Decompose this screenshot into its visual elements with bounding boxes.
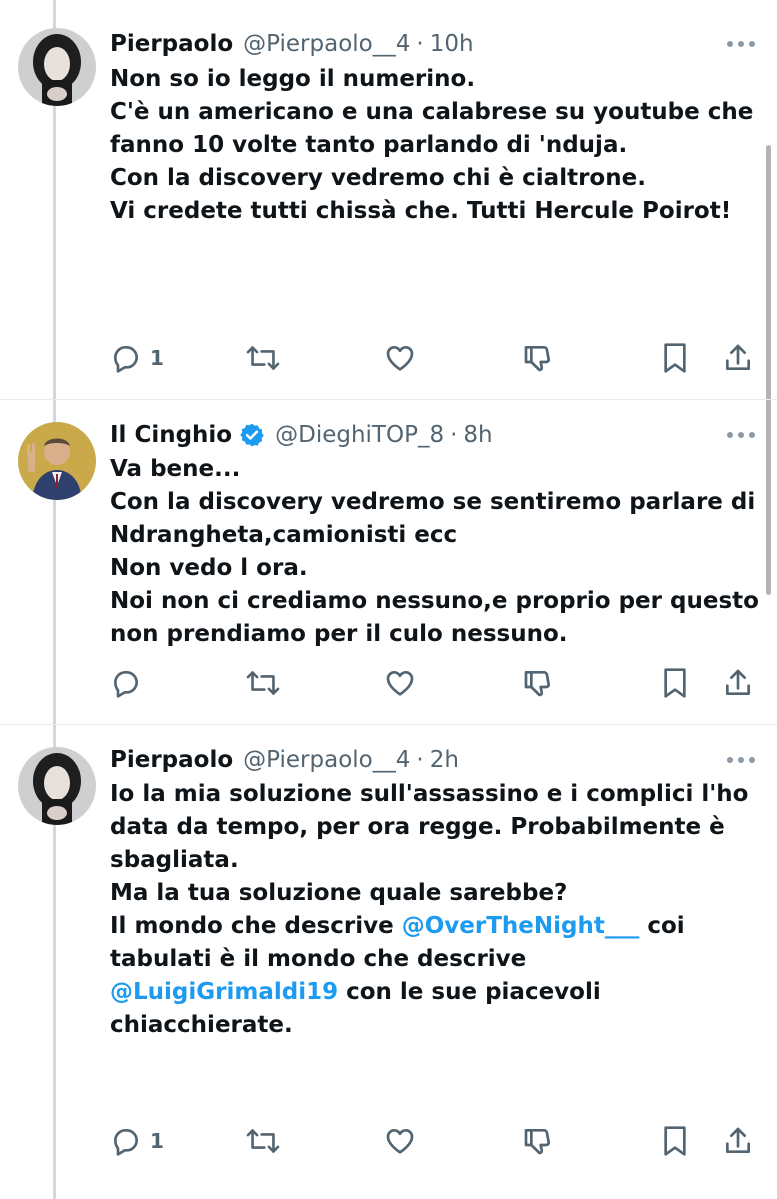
- share-icon: [726, 669, 750, 695]
- timestamp[interactable]: 2h: [430, 747, 459, 773]
- bookmark-button[interactable]: [660, 663, 690, 703]
- share-icon: [726, 344, 750, 370]
- more-icon[interactable]: [727, 432, 755, 438]
- tweet-paragraph: C'è un americano e una calabrese su yout…: [110, 99, 762, 158]
- bookmark-icon: [664, 343, 686, 373]
- share-button[interactable]: [722, 663, 754, 703]
- display-name[interactable]: Pierpaolo: [110, 31, 233, 57]
- tweet-actions: 1: [0, 1121, 777, 1161]
- separator-dot: ·: [416, 747, 424, 773]
- retweet-button[interactable]: [246, 338, 280, 378]
- share-button[interactable]: [722, 338, 754, 378]
- mention-link[interactable]: @OverTheNight___: [402, 913, 640, 939]
- avatar[interactable]: [18, 422, 96, 500]
- like-button[interactable]: [383, 1121, 417, 1161]
- timestamp[interactable]: 8h: [463, 422, 492, 448]
- tweet-text: Non so io leggo il numerino. C'è un amer…: [110, 63, 760, 228]
- reply-button[interactable]: 1: [110, 1121, 164, 1161]
- tweet-paragraph: Ma la tua soluzione quale sarebbe?: [110, 880, 568, 906]
- heart-icon: [386, 346, 414, 371]
- bookmark-button[interactable]: [660, 338, 690, 378]
- tweet-paragraph: Con la discovery vedremo se sentiremo pa…: [110, 489, 764, 548]
- retweet-icon: [246, 346, 280, 370]
- avatar[interactable]: [18, 28, 96, 106]
- reply-button[interactable]: [110, 663, 150, 703]
- tweet-actions: 1: [0, 338, 777, 378]
- retweet-icon: [246, 1129, 280, 1153]
- bookmark-icon: [664, 1126, 686, 1156]
- tweet-2[interactable]: Il Cinghio @DieghiTOP_8 · 8h Va bene... …: [0, 400, 777, 725]
- downvote-button[interactable]: [522, 338, 554, 378]
- tweet-paragraph: Va bene...: [110, 456, 241, 482]
- heart-icon: [386, 671, 414, 696]
- more-icon[interactable]: [727, 41, 755, 47]
- reply-icon: [114, 1129, 138, 1156]
- reply-icon: [114, 346, 138, 373]
- separator-dot: ·: [416, 31, 424, 57]
- reply-button[interactable]: 1: [110, 338, 164, 378]
- reply-count: 1: [150, 1129, 164, 1153]
- downvote-icon: [524, 671, 551, 697]
- mention-link[interactable]: @LuigiGrimaldi19: [110, 979, 338, 1005]
- tweet-text: Io la mia soluzione sull'assassino e i c…: [110, 778, 760, 1042]
- retweet-button[interactable]: [246, 1121, 280, 1161]
- share-button[interactable]: [722, 1121, 754, 1161]
- reply-count: 1: [150, 346, 164, 370]
- separator-dot: ·: [450, 422, 458, 448]
- tweet-header: Il Cinghio @DieghiTOP_8 · 8h: [110, 417, 493, 453]
- tweet-text: Va bene... Con la discovery vedremo se s…: [110, 453, 760, 651]
- heart-icon: [386, 1129, 414, 1154]
- text-run: Il mondo che descrive: [110, 913, 402, 939]
- display-name[interactable]: Pierpaolo: [110, 747, 233, 773]
- more-icon[interactable]: [727, 757, 755, 763]
- tweet-paragraph: Noi non ci crediamo nessuno,e proprio pe…: [110, 588, 767, 647]
- downvote-icon: [524, 1129, 551, 1155]
- like-button[interactable]: [383, 663, 417, 703]
- timestamp[interactable]: 10h: [430, 31, 474, 57]
- like-button[interactable]: [383, 338, 417, 378]
- bookmark-button[interactable]: [660, 1121, 690, 1161]
- user-handle[interactable]: @Pierpaolo__4: [243, 31, 410, 57]
- tweet-header: Pierpaolo @Pierpaolo__4 · 2h: [110, 742, 459, 778]
- share-icon: [726, 1127, 750, 1153]
- tweet-paragraph: Non vedo l ora.: [110, 555, 308, 581]
- downvote-icon: [524, 346, 551, 372]
- tweet-paragraph: Il mondo che descrive @OverTheNight___ c…: [110, 910, 760, 1042]
- tweet-actions: [0, 663, 777, 703]
- display-name[interactable]: Il Cinghio: [110, 422, 232, 448]
- tweet-paragraph: Vi credete tutti chissà che. Tutti Hercu…: [110, 198, 732, 224]
- user-handle[interactable]: @Pierpaolo__4: [243, 747, 410, 773]
- tweet-paragraph: Io la mia soluzione sull'assassino e i c…: [110, 781, 757, 873]
- downvote-button[interactable]: [522, 663, 554, 703]
- bookmark-icon: [664, 668, 686, 698]
- retweet-button[interactable]: [246, 663, 280, 703]
- tweet-3[interactable]: Pierpaolo @Pierpaolo__4 · 2h Io la mia s…: [0, 725, 777, 1199]
- reply-icon: [114, 671, 138, 698]
- avatar[interactable]: [18, 747, 96, 825]
- tweet-1[interactable]: Pierpaolo @Pierpaolo__4 · 10h Non so io …: [0, 0, 777, 400]
- user-handle[interactable]: @DieghiTOP_8: [275, 422, 444, 448]
- verified-badge-icon: [239, 422, 265, 448]
- downvote-button[interactable]: [522, 1121, 554, 1161]
- tweet-paragraph: Con la discovery vedremo chi è cialtrone…: [110, 165, 646, 191]
- tweet-header: Pierpaolo @Pierpaolo__4 · 10h: [110, 26, 474, 62]
- tweet-paragraph: Non so io leggo il numerino.: [110, 66, 476, 92]
- retweet-icon: [246, 671, 280, 695]
